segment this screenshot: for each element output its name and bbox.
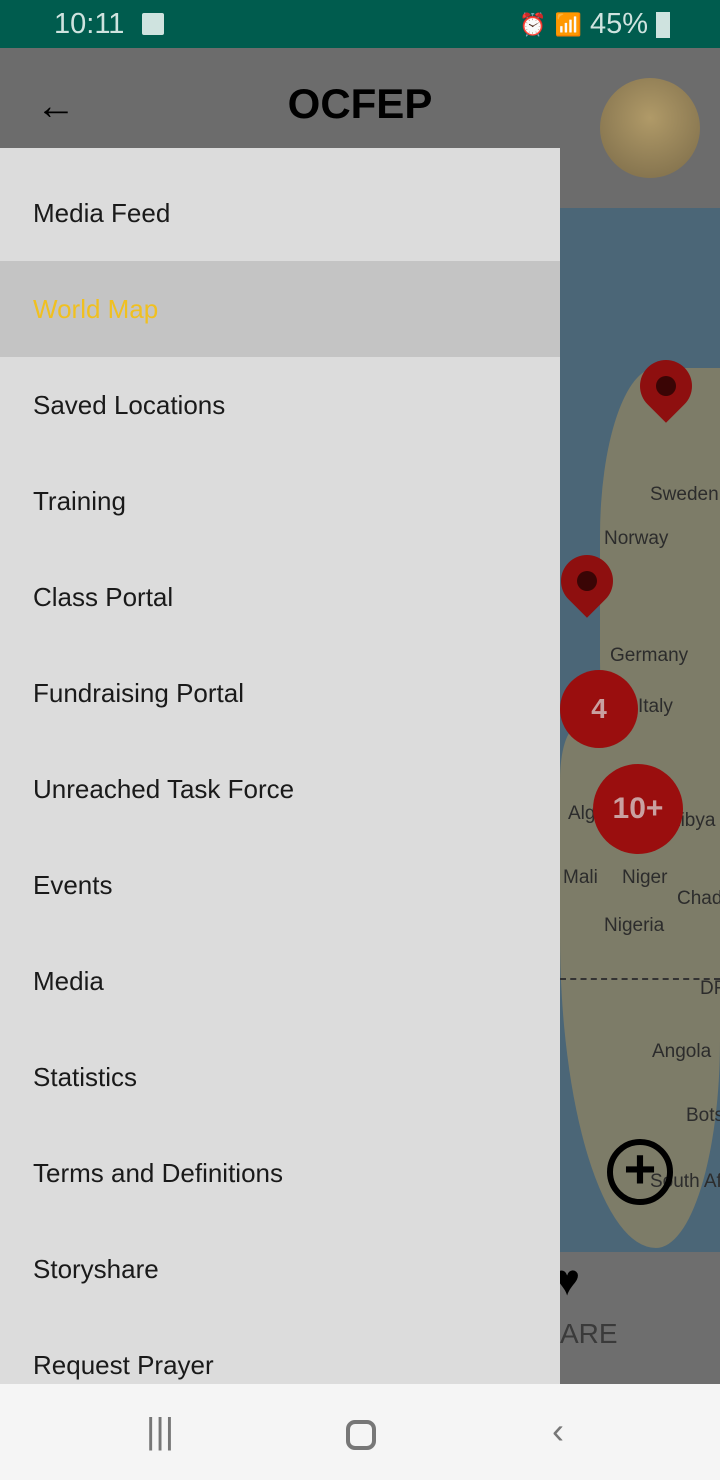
drawer-item-unreached-task-force[interactable]: Unreached Task Force xyxy=(0,741,560,837)
alarm-icon: ⏰ xyxy=(519,11,547,37)
map-cluster[interactable]: 10+ xyxy=(593,764,683,854)
drawer-item-media-feed[interactable]: Media Feed xyxy=(0,165,560,261)
navigation-drawer: Media Feed World Map Saved Locations Tra… xyxy=(0,148,560,1384)
map-label: Chad xyxy=(677,888,720,909)
image-icon xyxy=(142,13,164,35)
system-nav-bar: ||| ‹ xyxy=(0,1384,720,1480)
status-bar: 10:11 ⏰ 📶 45% xyxy=(0,0,720,48)
drawer-item-terms[interactable]: Terms and Definitions xyxy=(0,1125,560,1221)
drawer-item-world-map[interactable]: World Map xyxy=(0,261,560,357)
drawer-item-saved-locations[interactable]: Saved Locations xyxy=(0,357,560,453)
map-label: Mali xyxy=(563,867,598,888)
drawer-item-statistics[interactable]: Statistics xyxy=(0,1029,560,1125)
map-label: Angola xyxy=(652,1041,712,1062)
share-label[interactable]: ARE xyxy=(560,1318,618,1350)
map-label: Alg xyxy=(568,803,596,824)
map-label: Nigeria xyxy=(604,915,665,936)
clock: 10:11 xyxy=(54,8,125,40)
drawer-item-training[interactable]: Training xyxy=(0,453,560,549)
map-label: Bots xyxy=(686,1105,720,1126)
map-label: Norway xyxy=(604,528,669,549)
map-label: Niger xyxy=(622,867,668,888)
recent-apps-icon[interactable]: ||| xyxy=(146,1410,174,1452)
wifi-icon: 📶 xyxy=(554,11,582,37)
map-label: Germany xyxy=(610,645,689,666)
drawer-item-request-prayer[interactable]: Request Prayer xyxy=(0,1317,560,1384)
drawer-item-fundraising-portal[interactable]: Fundraising Portal xyxy=(0,645,560,741)
drawer-item-storyshare[interactable]: Storyshare xyxy=(0,1221,560,1317)
battery-text: 45% xyxy=(589,8,648,40)
zoom-in-button[interactable]: + xyxy=(607,1139,673,1205)
drawer-item-media[interactable]: Media xyxy=(0,933,560,1029)
avatar[interactable] xyxy=(600,78,700,178)
drawer-item-events[interactable]: Events xyxy=(0,837,560,933)
map-cluster[interactable]: 4 xyxy=(560,670,638,748)
map-label: Sweden xyxy=(650,484,719,505)
battery-charging-icon xyxy=(656,11,670,38)
drawer-item-class-portal[interactable]: Class Portal xyxy=(0,549,560,645)
map-label: DR xyxy=(700,978,720,999)
home-icon[interactable] xyxy=(346,1420,376,1450)
map-label: Italy xyxy=(638,696,673,717)
back-icon[interactable]: ‹ xyxy=(552,1410,564,1452)
